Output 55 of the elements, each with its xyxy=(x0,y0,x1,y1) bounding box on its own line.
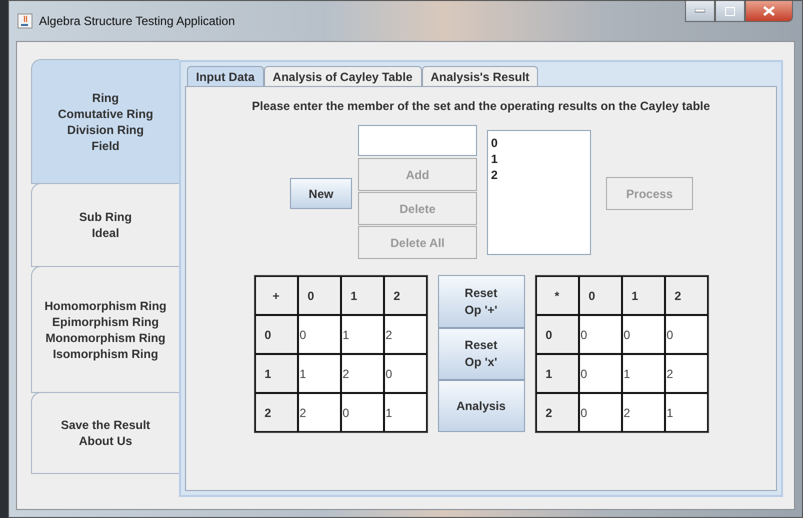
table-cell[interactable]: 2 xyxy=(622,393,664,432)
instruction-text: Please enter the member of the set and the operating results on the Cayley table xyxy=(252,99,710,113)
row-header: 1 xyxy=(536,354,578,393)
list-item[interactable]: 0 xyxy=(491,136,587,152)
table-cell[interactable]: 1 xyxy=(298,354,340,393)
minimize-icon xyxy=(695,9,705,13)
maximize-button[interactable] xyxy=(715,1,745,22)
table-cell[interactable]: 2 xyxy=(664,354,708,393)
table-cell[interactable]: 1 xyxy=(340,315,384,354)
tab[interactable]: Analysis's Result xyxy=(422,66,538,86)
column-header: 0 xyxy=(298,276,340,315)
column-header: 1 xyxy=(340,276,384,315)
list-item[interactable]: 2 xyxy=(491,168,587,184)
side-tab[interactable]: Ring Comutative Ring Division Ring Field xyxy=(31,59,179,184)
table-cell[interactable]: 1 xyxy=(664,393,708,432)
action-button[interactable]: Reset Op 'x' xyxy=(438,328,524,380)
action-button[interactable]: Reset Op '+' xyxy=(438,275,524,328)
table-cell[interactable]: 0 xyxy=(664,315,708,354)
table-cell[interactable]: 0 xyxy=(384,354,426,393)
java-cup-icon xyxy=(17,13,33,29)
operator-header: + xyxy=(254,276,298,315)
table-cell[interactable]: 1 xyxy=(384,393,426,432)
window-title: Algebra Structure Testing Application xyxy=(39,14,235,28)
maximize-icon xyxy=(725,6,735,16)
minimize-button[interactable] xyxy=(685,1,715,22)
list-item[interactable]: 1 xyxy=(491,152,587,168)
close-icon xyxy=(763,6,775,16)
row-header: 0 xyxy=(254,315,298,354)
member-list[interactable]: 0 1 2 xyxy=(487,130,591,255)
table-cell[interactable]: 0 xyxy=(578,393,622,432)
close-button[interactable] xyxy=(745,1,793,22)
action-button[interactable]: Analysis xyxy=(438,380,524,432)
table-cell[interactable]: 1 xyxy=(622,354,664,393)
table-cell[interactable]: 0 xyxy=(340,393,384,432)
table-cell[interactable]: 0 xyxy=(622,315,664,354)
operator-header: * xyxy=(536,276,578,315)
row-header: 0 xyxy=(536,315,578,354)
row-header: 2 xyxy=(536,393,578,432)
table-cell[interactable]: 0 xyxy=(578,354,622,393)
column-header: 0 xyxy=(578,276,622,315)
new-button[interactable]: New xyxy=(290,178,352,209)
table-cell[interactable]: 2 xyxy=(340,354,384,393)
table-cell[interactable]: 0 xyxy=(578,315,622,354)
table-cell[interactable]: 0 xyxy=(298,315,340,354)
column-header: 2 xyxy=(384,276,426,315)
side-tab[interactable]: Save the Result About Us xyxy=(31,392,179,474)
table-cell[interactable]: 2 xyxy=(384,315,426,354)
tab[interactable]: Analysis of Cayley Table xyxy=(264,66,422,86)
column-header: 1 xyxy=(622,276,664,315)
tab[interactable]: Input Data xyxy=(187,66,264,86)
member-input-field[interactable] xyxy=(358,125,477,156)
row-header: 1 xyxy=(254,354,298,393)
table-cell[interactable]: 2 xyxy=(298,393,340,432)
row-header: 2 xyxy=(254,393,298,432)
column-header: 2 xyxy=(664,276,708,315)
